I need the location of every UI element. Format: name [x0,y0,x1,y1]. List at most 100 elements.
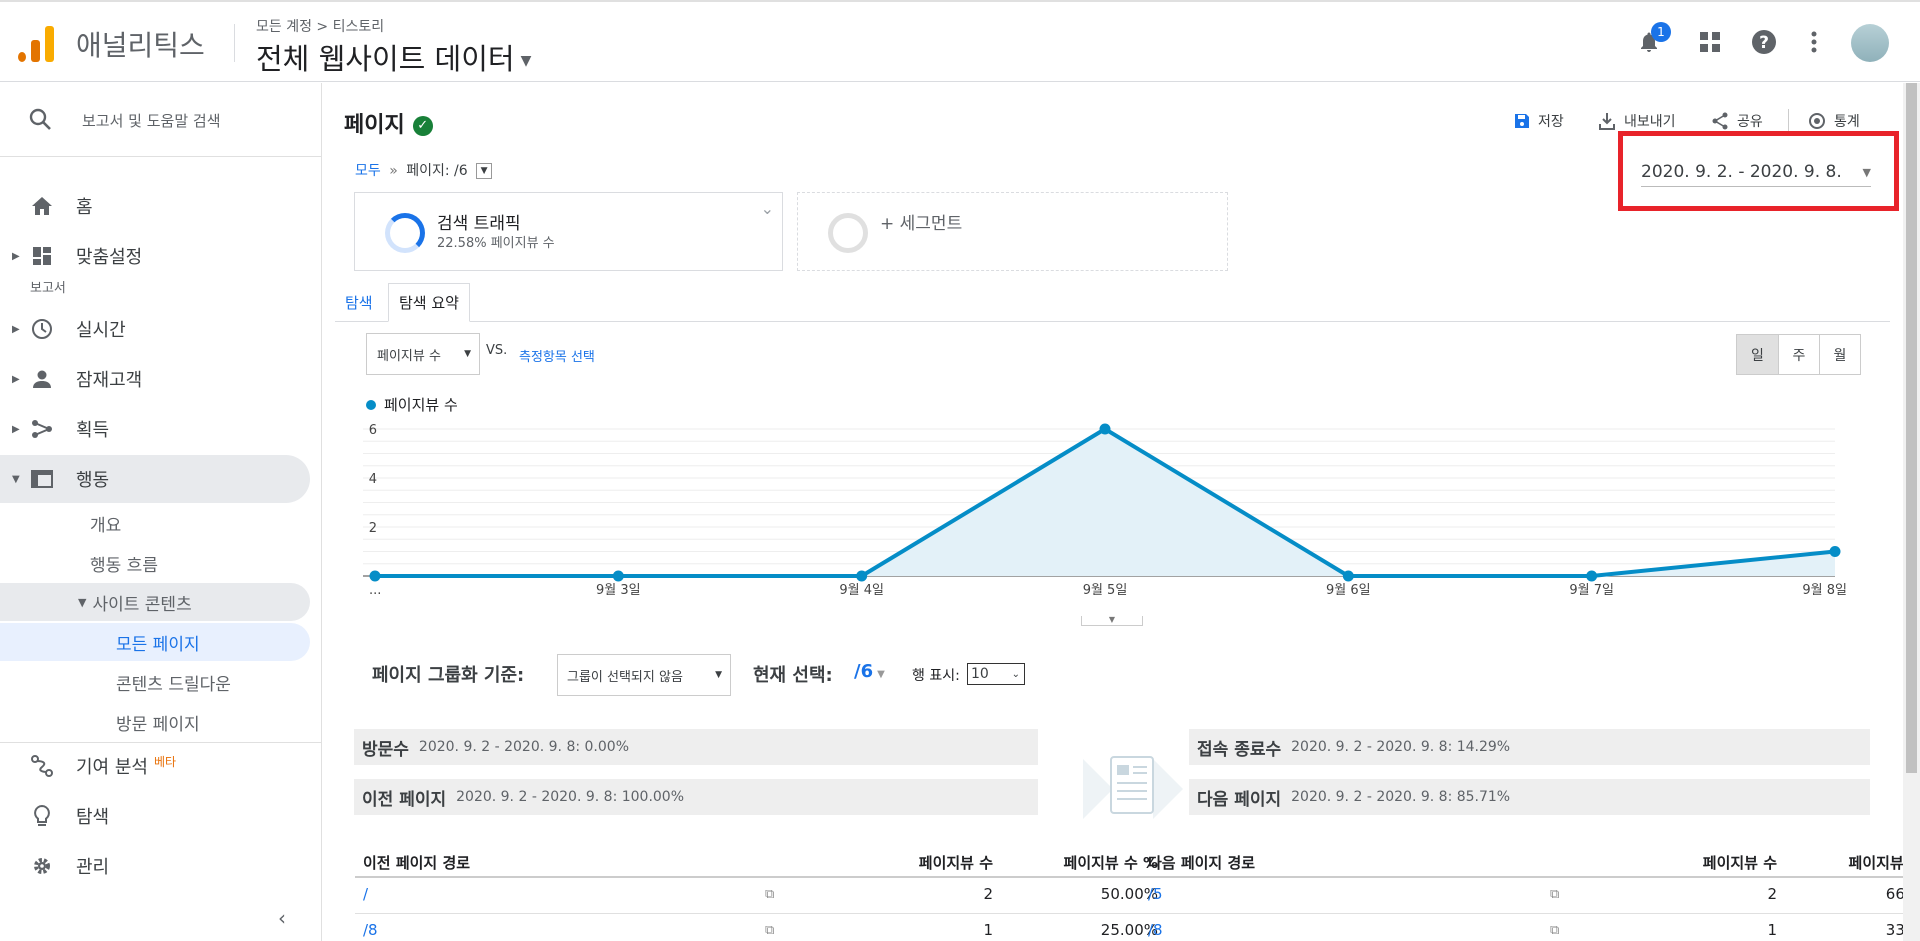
share-icon [1712,112,1728,130]
share-button[interactable]: 공유 [1711,111,1763,131]
sidebar-item-behavior[interactable]: ▼ 행동 [0,455,310,503]
next-row-1-pageviews: 2 [1767,885,1777,903]
data-point [612,570,624,582]
tab-explore[interactable]: 탐색 [335,283,383,322]
page-scrollbar[interactable] [1903,83,1920,941]
next-row-2-path[interactable]: /8 [1148,921,1163,939]
segment-card-search-traffic[interactable]: 검색 트래픽 22.58% 페이지뷰 수 ⌄ [354,192,783,271]
sidebar-item-label: 모든 페이지 [116,634,200,655]
app-name[interactable]: 애널리틱스 [76,24,205,64]
sidebar-item-label: 탐색 [76,807,110,828]
sidebar-item-landing-pages[interactable]: 방문 페이지 [116,703,200,741]
property-selector[interactable]: 전체 웹사이트 데이터 ▼ [256,36,531,78]
sidebar-item-site-content[interactable]: ▼ 사이트 콘텐츠 [0,583,310,621]
open-page-icon[interactable]: ⧉ [765,887,774,902]
reports-section-label: 보고서 [30,281,66,296]
prev-row-1-path[interactable]: / [363,885,368,903]
next-col-pageviews[interactable]: 페이지뷰 수 [1631,852,1777,873]
analytics-logo-icon[interactable] [18,24,54,62]
help-button[interactable]: ? [1748,26,1780,58]
sidebar-search[interactable]: 보고서 및 도움말 검색 [0,83,322,157]
prev-row-2-path[interactable]: /8 [363,921,378,939]
next-col-pageviews-pct[interactable]: 페이지뷰 수 % [1763,852,1920,873]
sidebar-item-behavior-flow[interactable]: 행동 흐름 [90,544,158,582]
scrollbar-thumb[interactable] [1906,83,1917,773]
next-row-1-path[interactable]: /5 [1148,885,1163,903]
sidebar-item-overview[interactable]: 개요 [90,504,121,542]
granularity-day-button[interactable]: 일 [1737,335,1778,374]
prev-col-pageviews[interactable]: 페이지뷰 수 [847,852,993,873]
apps-button[interactable] [1694,26,1726,58]
select-metric-link[interactable]: 측정항목 선택 [519,346,595,365]
share-label: 공유 [1737,114,1763,130]
account-avatar[interactable] [1851,24,1889,62]
chevron-down-icon[interactable]: ⌄ [761,199,774,218]
account-breadcrumb[interactable]: 모든 계정 > 티스토리 [256,16,384,36]
breadcrumb-all-link[interactable]: 모두 [355,163,381,179]
collapse-sidebar-icon[interactable]: ‹ [278,906,286,930]
granularity-week-button[interactable]: 주 [1778,335,1819,374]
data-point [1586,570,1598,582]
table-header-line [355,876,1165,878]
more-options-button[interactable] [1798,26,1830,58]
next-pages-key: 다음 페이지 [1197,789,1282,810]
sidebar-item-attribution[interactable]: 기여 분석 베타 [0,742,310,790]
sidebar-item-home[interactable]: 홈 [0,182,310,230]
sidebar-item-acquisition[interactable]: ▶ 획득 [0,405,310,453]
sidebar-item-custom[interactable]: ▶ 맞춤설정 [0,232,310,280]
insights-button[interactable]: 통계 [1808,111,1860,131]
open-page-icon[interactable]: ⧉ [765,923,774,938]
more-vert-icon [1811,31,1817,53]
sidebar-item-all-pages[interactable]: 모든 페이지 [0,623,310,661]
sidebar-item-admin[interactable]: 관리 [0,842,310,890]
save-icon [1515,114,1529,128]
next-col-path[interactable]: 다음 페이지 경로 [1148,852,1255,873]
date-range-picker[interactable]: 2020. 9. 2. - 2020. 9. 8. ▼ [1641,162,1871,187]
open-page-icon[interactable]: ⧉ [1550,923,1559,938]
open-page-icon[interactable]: ⧉ [1550,887,1559,902]
verified-check-icon: ✓ [412,116,433,136]
page-title-text: 페이지 [344,113,405,138]
x-tick-label: ... [369,583,381,598]
data-point [1829,546,1841,557]
notifications-button[interactable]: 1 [1633,22,1671,58]
granularity-toggle: 일 주 월 [1736,334,1861,375]
sidebar-item-label: 관리 [76,857,110,878]
search-placeholder: 보고서 및 도움말 검색 [82,112,221,130]
sidebar-item-discover[interactable]: 탐색 [0,792,310,840]
expand-arrow-icon: ▶ [12,323,20,335]
collapse-arrow-icon: ▼ [12,473,20,485]
beta-badge: 베타 [153,755,177,769]
tab-navigation-summary[interactable]: 탐색 요약 [388,283,470,322]
grouping-dropdown[interactable]: 그룹이 선택되지 않음 ▼ [557,654,731,696]
prev-row-1-pageviews: 2 [983,885,993,903]
export-button[interactable]: 내보내기 [1598,111,1676,131]
rows-select-value: 10 [971,666,989,682]
svg-text:?: ? [1759,33,1769,53]
metric-selector[interactable]: 페이지뷰 수 ▼ [366,333,480,375]
prev-col-pageviews-pct[interactable]: 페이지뷰 수 % [978,852,1158,873]
main-content: 페이지 ✓ 저장 내보내기 공유 통계 모두 » 페이지: /6 ▼ 2020. … [323,83,1920,941]
breadcrumb-page: 페이지: /6 [406,163,468,179]
help-icon: ? [1752,30,1776,54]
granularity-month-button[interactable]: 월 [1819,335,1860,374]
save-button[interactable]: 저장 [1514,111,1564,131]
prev-col-path[interactable]: 이전 페이지 경로 [363,852,470,873]
behavior-icon [30,467,54,491]
entrances-box: 방문수 2020. 9. 2 - 2020. 9. 8: 0.00% [354,729,1038,765]
next-pages-box: 다음 페이지 2020. 9. 2 - 2020. 9. 8: 85.71% [1189,779,1870,815]
data-point [1099,423,1111,435]
next-row-2-pageviews: 1 [1767,921,1777,939]
sidebar-item-realtime[interactable]: ▶ 실시간 [0,305,310,353]
breadcrumb-dropdown-icon[interactable]: ▼ [476,163,493,179]
rows-select[interactable]: 10 ⌄ [967,663,1025,685]
sidebar-item-content-drilldown[interactable]: 콘텐츠 드릴다운 [116,663,231,701]
rows-label: 행 표시: [912,668,960,684]
current-selection-value[interactable]: /6 ▼ [854,661,885,682]
chart-resize-handle[interactable]: ▼ [1081,616,1143,626]
add-segment-card[interactable]: + 세그먼트 [797,192,1228,271]
segment-subtitle: 22.58% 페이지뷰 수 [437,236,555,251]
sidebar-item-label: 실시간 [76,320,126,341]
sidebar-item-audience[interactable]: ▶ 잠재고객 [0,355,310,403]
table-header-line [1140,876,1920,878]
